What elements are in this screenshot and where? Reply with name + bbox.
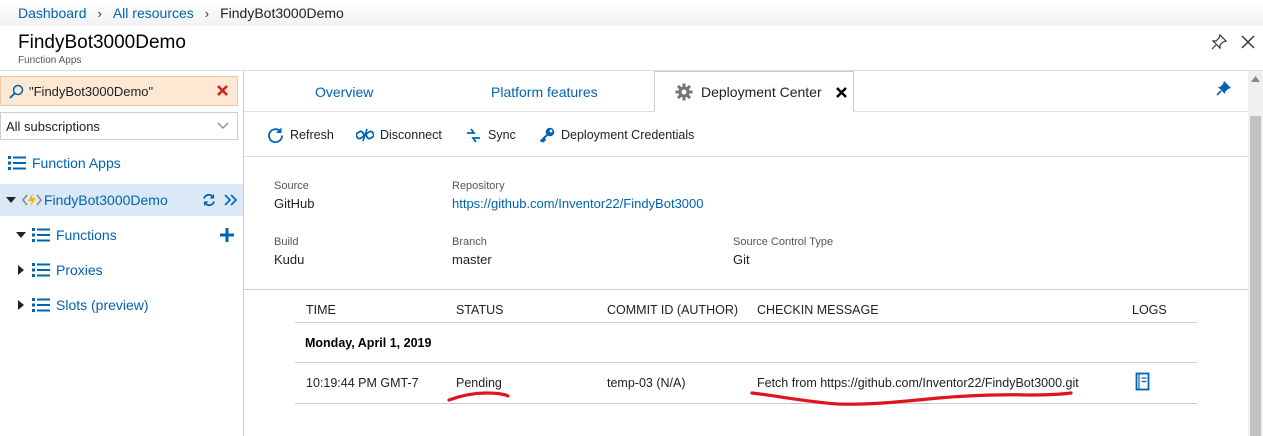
breadcrumb-current: FindyBot3000Demo [220, 5, 344, 21]
sidebar-item-label: Proxies [56, 262, 103, 278]
source-control-type-label: Source Control Type [733, 236, 834, 248]
tab-platform-features[interactable]: Platform features [491, 71, 598, 112]
sidebar-item-label: Functions [56, 227, 117, 243]
column-header-commit: COMMIT ID (AUTHOR) [607, 303, 739, 317]
sync-button[interactable]: Sync [465, 113, 516, 157]
red-annotation-underline [447, 391, 510, 402]
function-app-icon [22, 193, 42, 207]
sidebar-item-slots[interactable]: Slots (preview) [0, 293, 243, 317]
clear-search-icon[interactable] [216, 84, 229, 97]
subscriptions-dropdown[interactable]: All subscriptions [0, 112, 238, 140]
branch-value: master [452, 252, 492, 267]
column-header-status: STATUS [456, 303, 504, 317]
close-blade-icon[interactable] [1240, 34, 1256, 50]
source-control-type-value: Git [733, 252, 750, 267]
breadcrumb-separator-icon: › [97, 5, 102, 21]
sidebar-item-label: Function Apps [32, 155, 121, 171]
refresh-button[interactable]: Refresh [267, 113, 334, 157]
search-icon [9, 84, 24, 99]
section-divider [244, 289, 1248, 290]
group-divider [295, 362, 1197, 363]
build-value: Kudu [274, 252, 305, 267]
column-header-message: CHECKIN MESSAGE [757, 303, 879, 317]
column-header-logs: LOGS [1132, 303, 1167, 317]
vertical-scrollbar[interactable] [1248, 71, 1263, 436]
disconnect-icon [356, 128, 374, 142]
blade-header: FindyBot3000Demo Function Apps [0, 26, 1263, 71]
breadcrumb-all-resources-link[interactable]: All resources [113, 5, 194, 21]
tab-deployment-center[interactable]: Deployment Center [654, 71, 854, 112]
branch-label: Branch [452, 236, 487, 248]
sync-icon [467, 127, 480, 143]
sidebar-item-proxies[interactable]: Proxies [0, 258, 243, 282]
scrollbar-thumb[interactable] [1250, 116, 1261, 436]
sidebar-item-functions[interactable]: Functions [0, 223, 243, 247]
subscriptions-selected: All subscriptions [6, 118, 100, 134]
sidebar-item-label: FindyBot3000Demo [44, 192, 168, 208]
caret-right-icon[interactable] [16, 300, 26, 310]
breadcrumb-separator-icon: › [204, 5, 210, 21]
list-icon [8, 156, 26, 170]
caret-down-icon[interactable] [16, 230, 26, 240]
source-label: Source [274, 180, 309, 192]
add-function-icon[interactable] [220, 228, 234, 242]
scroll-up-icon[interactable] [1251, 76, 1260, 82]
caret-right-icon[interactable] [16, 265, 26, 275]
pin-icon[interactable] [1216, 81, 1231, 96]
chevron-down-icon [217, 122, 229, 130]
page-title: FindyBot3000Demo [18, 32, 186, 53]
list-icon [32, 298, 50, 312]
source-value: GitHub [274, 196, 315, 211]
list-icon [32, 228, 50, 242]
breadcrumb-dashboard-link[interactable]: Dashboard [18, 5, 87, 21]
breadcrumb: Dashboard › All resources › FindyBot3000… [0, 0, 1263, 26]
row-commit: temp-03 (N/A) [607, 376, 686, 390]
tab-bar: Overview Platform features Deployment Ce… [244, 71, 1248, 112]
resource-search[interactable] [0, 76, 238, 106]
gear-icon [675, 83, 693, 100]
tab-label: Deployment Center [701, 83, 822, 100]
red-annotation-underline [750, 391, 1073, 406]
expand-icon[interactable] [224, 194, 238, 206]
table-group-date: Monday, April 1, 2019 [305, 336, 432, 350]
logs-icon[interactable] [1135, 372, 1151, 391]
refresh-icon[interactable] [202, 193, 216, 207]
list-icon [32, 263, 50, 277]
repository-label: Repository [452, 180, 505, 192]
resource-sidebar: All subscriptions Function Apps FindyBot… [0, 71, 244, 436]
refresh-icon [268, 127, 283, 143]
disconnect-label: Disconnect [380, 128, 442, 142]
deployment-credentials-button[interactable]: Deployment Credentials [539, 113, 694, 157]
search-input[interactable] [29, 82, 209, 100]
command-bar: Refresh Disconnect Sync Deployment Crede… [244, 113, 1248, 157]
close-tab-icon[interactable] [836, 87, 847, 98]
caret-down-icon[interactable] [6, 195, 16, 205]
refresh-label: Refresh [290, 128, 334, 142]
deployment-credentials-label: Deployment Credentials [561, 128, 695, 142]
sidebar-item-label: Slots (preview) [56, 297, 149, 313]
disconnect-button[interactable]: Disconnect [356, 113, 442, 157]
column-header-time: TIME [306, 303, 336, 317]
repository-link[interactable]: https://github.com/Inventor22/FindyBot30… [452, 196, 704, 211]
page-subtitle: Function Apps [18, 55, 82, 66]
tab-overview[interactable]: Overview [315, 71, 373, 112]
sync-label: Sync [488, 128, 516, 142]
pin-blade-icon[interactable] [1211, 34, 1227, 50]
sidebar-item-app[interactable]: FindyBot3000Demo [0, 184, 243, 216]
build-label: Build [274, 236, 299, 248]
key-icon [539, 127, 555, 143]
row-time: 10:19:44 PM GMT-7 [306, 376, 419, 390]
header-divider [295, 322, 1197, 323]
sidebar-item-function-apps[interactable]: Function Apps [0, 151, 243, 175]
